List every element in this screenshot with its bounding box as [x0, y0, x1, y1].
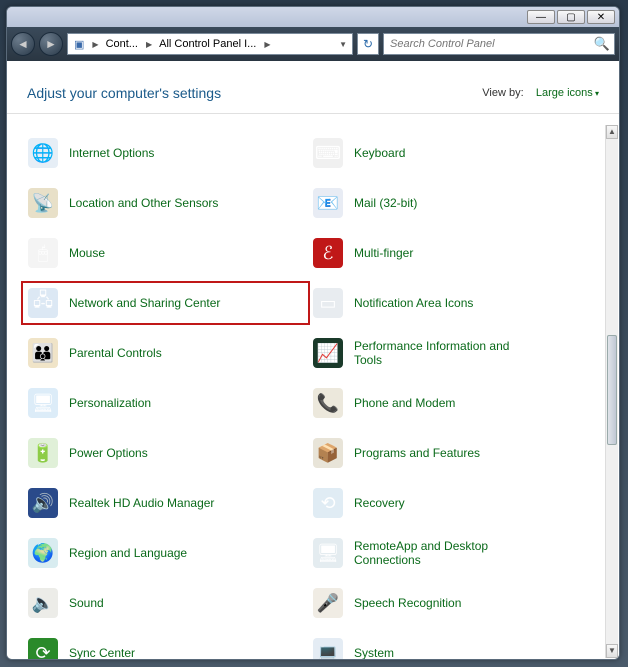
breadcrumb-root-icon[interactable]: ▣ [70, 34, 89, 54]
item-label: Power Options [69, 446, 148, 460]
header-row: Adjust your computer's settings View by:… [7, 61, 619, 114]
scroll-up-button[interactable]: ▲ [606, 125, 618, 139]
control-panel-item[interactable]: 📡 Location and Other Sensors [23, 183, 308, 223]
breadcrumb-segment[interactable]: Cont... [102, 34, 143, 54]
item-icon: 🖧 [27, 287, 59, 319]
page-title: Adjust your computer's settings [27, 85, 221, 101]
control-panel-item[interactable]: 🔈 Sound [23, 583, 308, 623]
item-label: Phone and Modem [354, 396, 455, 410]
forward-button[interactable]: ► [39, 32, 63, 56]
items-pane: 🌐 Internet Options ⌨ Keyboard 📡 Location and … [11, 125, 605, 659]
control-panel-item[interactable]: 🎤 Speech Recognition [308, 583, 593, 623]
items-grid: 🌐 Internet Options ⌨ Keyboard 📡 Location and … [11, 125, 605, 659]
chevron-right-icon[interactable]: ▶ [89, 40, 101, 49]
refresh-button[interactable]: ↻ [357, 33, 379, 55]
item-label: System [354, 646, 394, 659]
item-icon: 🖱 [27, 237, 59, 269]
item-icon: 📡 [27, 187, 59, 219]
view-by-dropdown[interactable]: Large icons [536, 87, 599, 99]
item-icon: 🔈 [27, 587, 59, 619]
item-label: Performance Information and Tools [354, 339, 524, 368]
control-panel-item[interactable]: 👪 Parental Controls [23, 333, 308, 373]
item-label: Multi-finger [354, 246, 413, 260]
close-button[interactable]: ✕ [587, 10, 615, 24]
scroll-thumb[interactable] [607, 335, 617, 445]
vertical-scrollbar[interactable]: ▲ ▼ [605, 125, 618, 658]
item-icon: 📦 [312, 437, 344, 469]
item-label: Location and Other Sensors [69, 196, 218, 210]
item-icon: ▭ [312, 287, 344, 319]
search-icon[interactable]: 🔍 [594, 36, 610, 52]
control-panel-item[interactable]: 🔋 Power Options [23, 433, 308, 473]
scroll-down-button[interactable]: ▼ [606, 644, 618, 658]
control-panel-item[interactable]: 📈 Performance Information and Tools [308, 333, 593, 373]
control-panel-item[interactable]: 🖱 Mouse [23, 233, 308, 273]
view-by: View by: Large icons [482, 87, 599, 99]
item-label: Mail (32-bit) [354, 196, 417, 210]
nav-toolbar: ◄ ► ▣ ▶ Cont... ▶ All Control Panel I...… [7, 27, 619, 61]
control-panel-item[interactable]: 📦 Programs and Features [308, 433, 593, 473]
item-label: Programs and Features [354, 446, 480, 460]
item-label: Network and Sharing Center [69, 296, 220, 310]
item-icon: 📧 [312, 187, 344, 219]
item-label: Personalization [69, 396, 151, 410]
breadcrumb-segment[interactable]: All Control Panel I... [155, 34, 261, 54]
content-area: Adjust your computer's settings View by:… [7, 61, 619, 659]
titlebar: — ▢ ✕ [7, 7, 619, 27]
breadcrumb[interactable]: ▣ ▶ Cont... ▶ All Control Panel I... ▶ ▼ [67, 33, 353, 55]
maximize-button[interactable]: ▢ [557, 10, 585, 24]
item-label: Sync Center [69, 646, 135, 659]
control-panel-item[interactable]: 🌍 Region and Language [23, 533, 308, 573]
item-icon: 🎤 [312, 587, 344, 619]
control-panel-item[interactable]: 🖧 Network and Sharing Center [23, 283, 308, 323]
control-panel-item[interactable]: 🔊 Realtek HD Audio Manager [23, 483, 308, 523]
control-panel-item[interactable]: 📞 Phone and Modem [308, 383, 593, 423]
view-by-label: View by: [482, 87, 523, 99]
item-label: Speech Recognition [354, 596, 461, 610]
control-panel-item[interactable]: 🌐 Internet Options [23, 133, 308, 173]
item-icon: 📈 [312, 337, 344, 369]
minimize-button[interactable]: — [527, 10, 555, 24]
item-label: Recovery [354, 496, 405, 510]
item-label: Keyboard [354, 146, 405, 160]
chevron-down-icon[interactable]: ▼ [336, 40, 350, 49]
control-panel-item[interactable]: ▭ Notification Area Icons [308, 283, 593, 323]
item-label: Mouse [69, 246, 105, 260]
chevron-right-icon[interactable]: ▶ [143, 40, 155, 49]
item-label: Region and Language [69, 546, 187, 560]
search-input[interactable] [388, 37, 594, 51]
item-icon: ⟲ [312, 487, 344, 519]
item-label: Parental Controls [69, 346, 162, 360]
control-panel-item[interactable]: 🖥 RemoteApp and Desktop Connections [308, 533, 593, 573]
item-label: Sound [69, 596, 104, 610]
item-icon: 👪 [27, 337, 59, 369]
control-panel-item[interactable]: ⌨ Keyboard [308, 133, 593, 173]
item-label: RemoteApp and Desktop Connections [354, 539, 524, 568]
item-icon: 💻 [312, 637, 344, 659]
control-panel-item[interactable]: 📧 Mail (32-bit) [308, 183, 593, 223]
item-label: Notification Area Icons [354, 296, 473, 310]
item-icon: 🖥 [27, 387, 59, 419]
item-icon: 🔊 [27, 487, 59, 519]
item-icon: 🌍 [27, 537, 59, 569]
control-panel-item[interactable]: ℰ Multi-finger [308, 233, 593, 273]
control-panel-item[interactable]: 💻 System [308, 633, 593, 659]
control-panel-item[interactable]: ⟲ Recovery [308, 483, 593, 523]
item-label: Internet Options [69, 146, 154, 160]
back-button[interactable]: ◄ [11, 32, 35, 56]
control-panel-item[interactable]: 🖥 Personalization [23, 383, 308, 423]
search-box[interactable]: 🔍 [383, 33, 615, 55]
item-icon: 🖥 [312, 537, 344, 569]
control-panel-window: — ▢ ✕ ◄ ► ▣ ▶ Cont... ▶ All Control Pane… [6, 6, 620, 660]
item-icon: ⌨ [312, 137, 344, 169]
item-icon: ⟳ [27, 637, 59, 659]
item-icon: 📞 [312, 387, 344, 419]
control-panel-item[interactable]: ⟳ Sync Center [23, 633, 308, 659]
item-icon: ℰ [312, 237, 344, 269]
item-label: Realtek HD Audio Manager [69, 496, 214, 510]
item-icon: 🌐 [27, 137, 59, 169]
chevron-right-icon[interactable]: ▶ [261, 40, 273, 49]
item-icon: 🔋 [27, 437, 59, 469]
